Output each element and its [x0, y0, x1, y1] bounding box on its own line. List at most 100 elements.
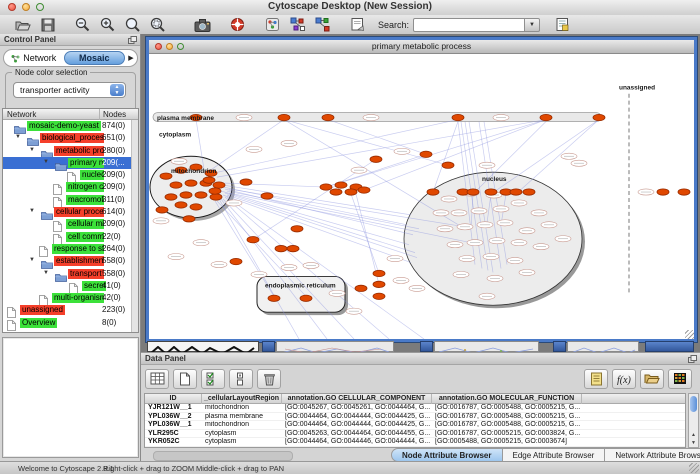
- network-edge[interactable]: [213, 120, 458, 174]
- gene-node[interactable]: [540, 114, 552, 120]
- gene-node[interactable]: [485, 189, 497, 195]
- tree-node-label[interactable]: macromolecule...: [66, 195, 104, 205]
- zoom-in-button[interactable]: [95, 16, 120, 34]
- gene-node[interactable]: [322, 114, 334, 120]
- background-window-fragment[interactable]: [420, 341, 433, 352]
- search-dropdown-icon[interactable]: ▼: [525, 18, 540, 32]
- tree-expand-arrow-icon[interactable]: ▼: [29, 257, 35, 263]
- gene-node[interactable]: [287, 245, 299, 251]
- birdseye-overview-panel[interactable]: [2, 337, 139, 458]
- gene-node[interactable]: [467, 189, 479, 195]
- open-file-button[interactable]: [10, 16, 35, 34]
- tree-node-label[interactable]: response to stimulu...: [52, 244, 104, 254]
- attribute-dropdown[interactable]: transporter activity ▲▼: [13, 82, 126, 98]
- tree-row[interactable]: ▼primary metabolic...209(...: [3, 157, 132, 169]
- gene-node[interactable]: [291, 226, 303, 232]
- gene-node[interactable]: [240, 179, 252, 185]
- attribute-notes-button[interactable]: [584, 369, 608, 389]
- gene-node[interactable]: [180, 192, 192, 198]
- save-session-button[interactable]: [35, 16, 60, 34]
- tree-row[interactable]: unassigned223(0): [3, 304, 132, 316]
- delete-attribute-trash-button[interactable]: [257, 369, 281, 389]
- gene-node[interactable]: [195, 192, 207, 198]
- network-window-titlebar[interactable]: primary metabolic process: [149, 40, 694, 54]
- table-column-header[interactable]: _cellularLayoutRegion: [202, 394, 282, 404]
- tab-mosaic[interactable]: Mosaic: [64, 51, 126, 65]
- network-edge[interactable]: [284, 120, 448, 166]
- table-column-header[interactable]: ID: [145, 394, 202, 404]
- scroll-up-icon[interactable]: ▲: [689, 431, 698, 439]
- network-edge[interactable]: [227, 195, 417, 258]
- gene-node[interactable]: [165, 194, 177, 200]
- network-edge[interactable]: [225, 183, 326, 187]
- zoom-selected-button[interactable]: [145, 16, 170, 34]
- tree-row[interactable]: cellular metabo...209(0): [3, 218, 132, 230]
- gene-node[interactable]: [373, 293, 385, 299]
- gene-node[interactable]: [320, 184, 332, 190]
- tree-node-label[interactable]: biological_process: [40, 133, 104, 143]
- table-row[interactable]: YPL036W__2plasma membrane[GO:0044464, GO…: [145, 413, 685, 422]
- select-attributes-button[interactable]: [201, 369, 225, 389]
- tree-node-label[interactable]: cellular process: [54, 207, 104, 217]
- table-vertical-scrollbar[interactable]: ▲ ▼: [688, 393, 699, 448]
- background-window-fragment[interactable]: [147, 341, 259, 352]
- gene-node[interactable]: [442, 162, 454, 168]
- network-edge[interactable]: [516, 120, 599, 194]
- vizmapper-button[interactable]: [260, 16, 285, 34]
- table-row[interactable]: YPL036W__1mitochondrion[GO:0044464, GO:0…: [145, 421, 685, 430]
- gene-node[interactable]: [230, 258, 242, 264]
- zoom-out-button[interactable]: [70, 16, 95, 34]
- background-window-fragment[interactable]: [553, 341, 566, 352]
- tree-node-label[interactable]: transport: [68, 269, 104, 279]
- gene-node[interactable]: [593, 114, 605, 120]
- search-input[interactable]: [413, 18, 525, 32]
- scroll-down-icon[interactable]: ▼: [689, 439, 698, 447]
- tree-row[interactable]: ▼transport558(0): [3, 268, 132, 280]
- table-column-header[interactable]: annotation.GO CELLULAR_COMPONENT: [282, 394, 432, 404]
- tree-node-label[interactable]: cell communicat...: [66, 232, 104, 242]
- gene-node[interactable]: [678, 189, 690, 195]
- tab-edge-attribute-browser[interactable]: Edge Attribute Browser: [503, 448, 606, 462]
- tree-scrollbar[interactable]: [131, 120, 138, 333]
- tree-node-label[interactable]: establishment of lo...: [54, 256, 104, 266]
- app-resize-grip[interactable]: [689, 463, 699, 473]
- tree-row[interactable]: secretion41(0): [3, 280, 132, 292]
- tree-row[interactable]: ▼metabolic process280(0): [3, 145, 132, 157]
- import-attributes-folder-button[interactable]: [640, 369, 664, 389]
- tree-node-label[interactable]: cellular metabo...: [66, 219, 104, 229]
- tree-row[interactable]: nucleobase-...209(0): [3, 169, 132, 181]
- network-edge[interactable]: [217, 120, 546, 178]
- table-horizontal-scrollbar[interactable]: [153, 451, 293, 461]
- tree-row[interactable]: response to stimulu...264(0): [3, 243, 132, 255]
- gene-node[interactable]: [185, 180, 197, 186]
- gene-node[interactable]: [275, 245, 287, 251]
- tree-expand-arrow-icon[interactable]: ▼: [29, 147, 35, 153]
- attribute-grid-button[interactable]: [145, 369, 169, 389]
- tree-node-label[interactable]: Overview: [20, 318, 57, 328]
- gene-node[interactable]: [210, 194, 222, 200]
- gene-node[interactable]: [452, 114, 464, 120]
- gene-node[interactable]: [373, 281, 385, 287]
- gene-node[interactable]: [345, 189, 357, 195]
- float-panel-icon[interactable]: [688, 355, 697, 363]
- network-edge[interactable]: [227, 191, 419, 229]
- gene-node[interactable]: [510, 189, 522, 195]
- tree-node-label[interactable]: nitrogen compo...: [66, 182, 104, 192]
- tree-row[interactable]: multi-organism pro...42(0): [3, 292, 132, 304]
- network-canvas[interactable]: plasma membranecytoplasmmitochondrionnuc…: [149, 54, 694, 339]
- tab-network-attribute-browser[interactable]: Network Attribute Browser: [605, 448, 700, 462]
- gene-node[interactable]: [370, 156, 382, 162]
- tab-network[interactable]: Network: [4, 51, 64, 65]
- tree-row[interactable]: Overview8(0): [3, 317, 132, 329]
- gene-node[interactable]: [355, 285, 367, 291]
- background-window-fragment[interactable]: [276, 341, 394, 352]
- tab-overflow-arrow-icon[interactable]: ▶: [125, 54, 137, 62]
- background-window-fragment[interactable]: [262, 341, 275, 352]
- background-window-fragment[interactable]: [567, 341, 639, 352]
- gene-node[interactable]: [209, 188, 221, 194]
- tree-node-label[interactable]: multi-organism pro...: [52, 293, 104, 303]
- tree-expand-arrow-icon[interactable]: ▼: [15, 134, 21, 140]
- export-snapshot-button[interactable]: [190, 16, 215, 34]
- tree-row[interactable]: ▼establishment of lo...558(0): [3, 255, 132, 267]
- window-resize-grip[interactable]: [685, 330, 694, 339]
